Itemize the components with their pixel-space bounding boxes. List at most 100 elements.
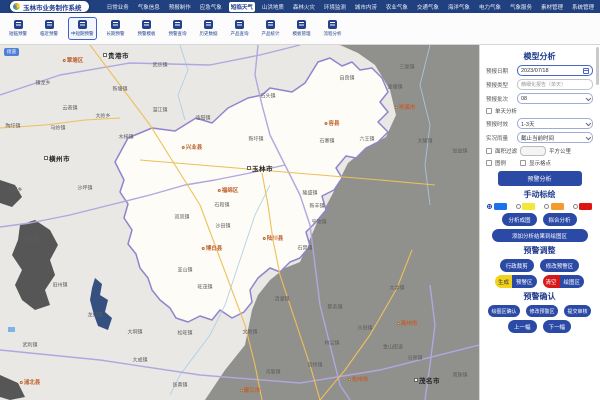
live-rain-value: 截止当前时间 <box>521 134 554 142</box>
legend-label: 图例 <box>495 159 506 167</box>
toolbar-item-产品查询[interactable]: 产品查询 <box>228 17 252 40</box>
app-title-pill[interactable]: 玉林市业务制作系统 <box>10 1 89 12</box>
nav-item-森林火灾[interactable]: 森林火灾 <box>291 2 317 12</box>
app-window: 玉林市业务制作系统 日常业务气象信息预报制作应急气象短临天气山洪地质森林火灾环境… <box>0 0 600 400</box>
color-swatch <box>494 203 507 210</box>
color-radio-row <box>487 203 592 210</box>
toolbar-item-预警查询[interactable]: 预警查询 <box>166 17 190 40</box>
forecast-type-input: 精细化报告（单天） <box>517 79 593 90</box>
toolbar-item-临近预警[interactable]: 临近预警 <box>37 17 61 40</box>
nav-item-短临天气[interactable]: 短临天气 <box>229 2 255 12</box>
warning-adjust-title: 预警调整 <box>486 245 593 256</box>
toolbar-item-历史数据[interactable]: 历史数据 <box>197 17 221 40</box>
toolbar-item-中短期预警[interactable]: 中短期预警 <box>68 17 97 40</box>
add-result-to-draw-area-button[interactable]: 添加分析结果到绘图区 <box>492 229 588 242</box>
grid-checkbox[interactable] <box>520 160 526 166</box>
document-icon <box>14 20 23 29</box>
toolbar-item-label: 中短期预警 <box>71 31 94 37</box>
nav-item-交通气象[interactable]: 交通气象 <box>415 2 441 12</box>
live-rain-label: 实况雨量 <box>486 134 515 142</box>
document-icon <box>111 20 120 29</box>
map-canvas[interactable]: 镇龙乡武乐镇新塘镇云表镇大岭乡湛江镇洛阳镇陶圩镇马岭镇木梓镇石头镇新圩镇石寨镇三… <box>0 45 479 400</box>
toolbar-item-label: 模板管理 <box>293 31 311 37</box>
toolbar-item-label: 预警查询 <box>169 31 187 37</box>
area-filter-checkbox[interactable] <box>486 148 492 154</box>
forecast-batch-select[interactable]: 08 <box>517 93 593 104</box>
forecast-batch-label: 预报批次 <box>486 95 515 103</box>
submit-review-button[interactable]: 提交审核 <box>564 305 591 317</box>
manual-plot-title: 手动标绘 <box>486 189 593 200</box>
nav-item-应急气象[interactable]: 应急气象 <box>198 2 224 12</box>
map-basemap <box>0 45 479 400</box>
toolbar: 短临预警 临近预警 中短期预警 长期预警 预警模板 预警查询 历史数据 产品查询 产品统计模板管… <box>0 13 600 45</box>
toolbar-item-产品统计[interactable]: 产品统计 <box>259 17 283 40</box>
color-radio-0[interactable] <box>487 203 507 210</box>
analysis-to-map-button[interactable]: 分析成图 <box>502 213 536 226</box>
nav-item-系统管理[interactable]: 系统管理 <box>570 2 596 12</box>
document-icon <box>204 20 213 29</box>
toolbar-item-label: 产品查询 <box>231 31 249 37</box>
grid-label: 显示格点 <box>529 159 551 167</box>
document-icon <box>328 20 337 29</box>
toolbar-item-label: 临近预警 <box>40 31 58 37</box>
color-radio-1[interactable] <box>516 203 536 210</box>
color-swatch <box>579 203 592 210</box>
nav-item-城市内涝[interactable]: 城市内涝 <box>353 2 379 12</box>
nav-item-预报制作[interactable]: 预报制作 <box>167 2 193 12</box>
nav-item-气象服务[interactable]: 气象服务 <box>508 2 534 12</box>
toolbar-item-label: 短临预警 <box>9 31 27 37</box>
live-rain-select[interactable]: 截止当前时间 <box>517 132 593 143</box>
document-icon <box>266 20 275 29</box>
nav-item-环境监测[interactable]: 环境监测 <box>322 2 348 12</box>
warning-analysis-button[interactable]: 预警分析 <box>498 171 582 186</box>
toolbar-item-label: 历史数据 <box>200 31 218 37</box>
forecast-date-value: 2023/07/18 <box>521 68 549 74</box>
color-radio-3[interactable] <box>573 203 593 210</box>
draw-area-confirm-button[interactable]: 绘图区确认 <box>488 305 520 317</box>
top-bar: 玉林市业务制作系统 日常业务气象信息预报制作应急气象短临天气山洪地质森林火灾环境… <box>0 0 600 13</box>
toolbar-item-短临预警[interactable]: 短临预警 <box>6 17 30 40</box>
toolbar-item-长期预警[interactable]: 长期预警 <box>104 17 128 40</box>
nav-item-海洋气象[interactable]: 海洋气象 <box>446 2 472 12</box>
color-swatch <box>551 203 564 210</box>
single-day-checkbox[interactable] <box>486 108 492 114</box>
chevron-down-icon <box>585 95 590 100</box>
forecast-validity-label: 预报时效 <box>486 120 515 128</box>
clear-draw-area-button[interactable]: 清空 绘图区 <box>543 275 585 288</box>
next-frame-button[interactable]: 下一幅 <box>543 320 572 333</box>
chevron-down-icon <box>585 134 590 139</box>
nav-item-素材管理[interactable]: 素材管理 <box>539 2 565 12</box>
calendar-icon[interactable] <box>583 68 589 74</box>
nav-item-气象信息[interactable]: 气象信息 <box>136 2 162 12</box>
nav-item-山洪地质[interactable]: 山洪地质 <box>260 2 286 12</box>
area-filter-input[interactable] <box>520 146 546 156</box>
legend-checkbox[interactable] <box>486 160 492 166</box>
forecast-date-input[interactable]: 2023/07/18 <box>517 65 593 76</box>
fit-analysis-button[interactable]: 拟合分析 <box>543 213 577 226</box>
map-layer-badge[interactable]: 街道 <box>4 48 19 56</box>
forecast-date-label: 预报日期 <box>486 67 515 75</box>
prev-frame-button[interactable]: 上一幅 <box>508 320 537 333</box>
radio-icon <box>516 204 521 209</box>
forecast-validity-select[interactable]: 1-3天 <box>517 118 593 129</box>
color-radio-2[interactable] <box>544 203 564 210</box>
modify-warning-area-button-2[interactable]: 修改预警区 <box>526 305 558 317</box>
toolbar-item-label: 预警模板 <box>138 31 156 37</box>
toolbar-item-label: 流程分析 <box>324 31 342 37</box>
nav-item-电力气象[interactable]: 电力气象 <box>477 2 503 12</box>
toolbar-item-流程分析[interactable]: 流程分析 <box>321 17 345 40</box>
toolbar-item-模板管理[interactable]: 模板管理 <box>290 17 314 40</box>
modify-warning-area-button[interactable]: 修改预警区 <box>540 259 580 272</box>
nav-item-日常业务[interactable]: 日常业务 <box>105 2 131 12</box>
toolbar-item-预警模板[interactable]: 预警模板 <box>135 17 159 40</box>
sidebar-panel: 模型分析 预报日期 2023/07/18 预报类型 精细化报告（单天） 预报批次… <box>479 45 600 400</box>
nav-item-农业气象[interactable]: 农业气象 <box>384 2 410 12</box>
generate-warning-area-button[interactable]: 生成 预警区 <box>495 275 537 288</box>
sidebar-scrollbar[interactable] <box>596 47 599 85</box>
clear-draw-area-label: 绘图区 <box>560 275 585 288</box>
admin-clip-button[interactable]: 行政裁剪 <box>500 259 534 272</box>
radio-icon <box>544 204 549 209</box>
single-day-label: 单天分析 <box>495 107 517 115</box>
area-unit-label: 平方公里 <box>549 147 571 155</box>
toolbar-item-label: 长期预警 <box>107 31 125 37</box>
